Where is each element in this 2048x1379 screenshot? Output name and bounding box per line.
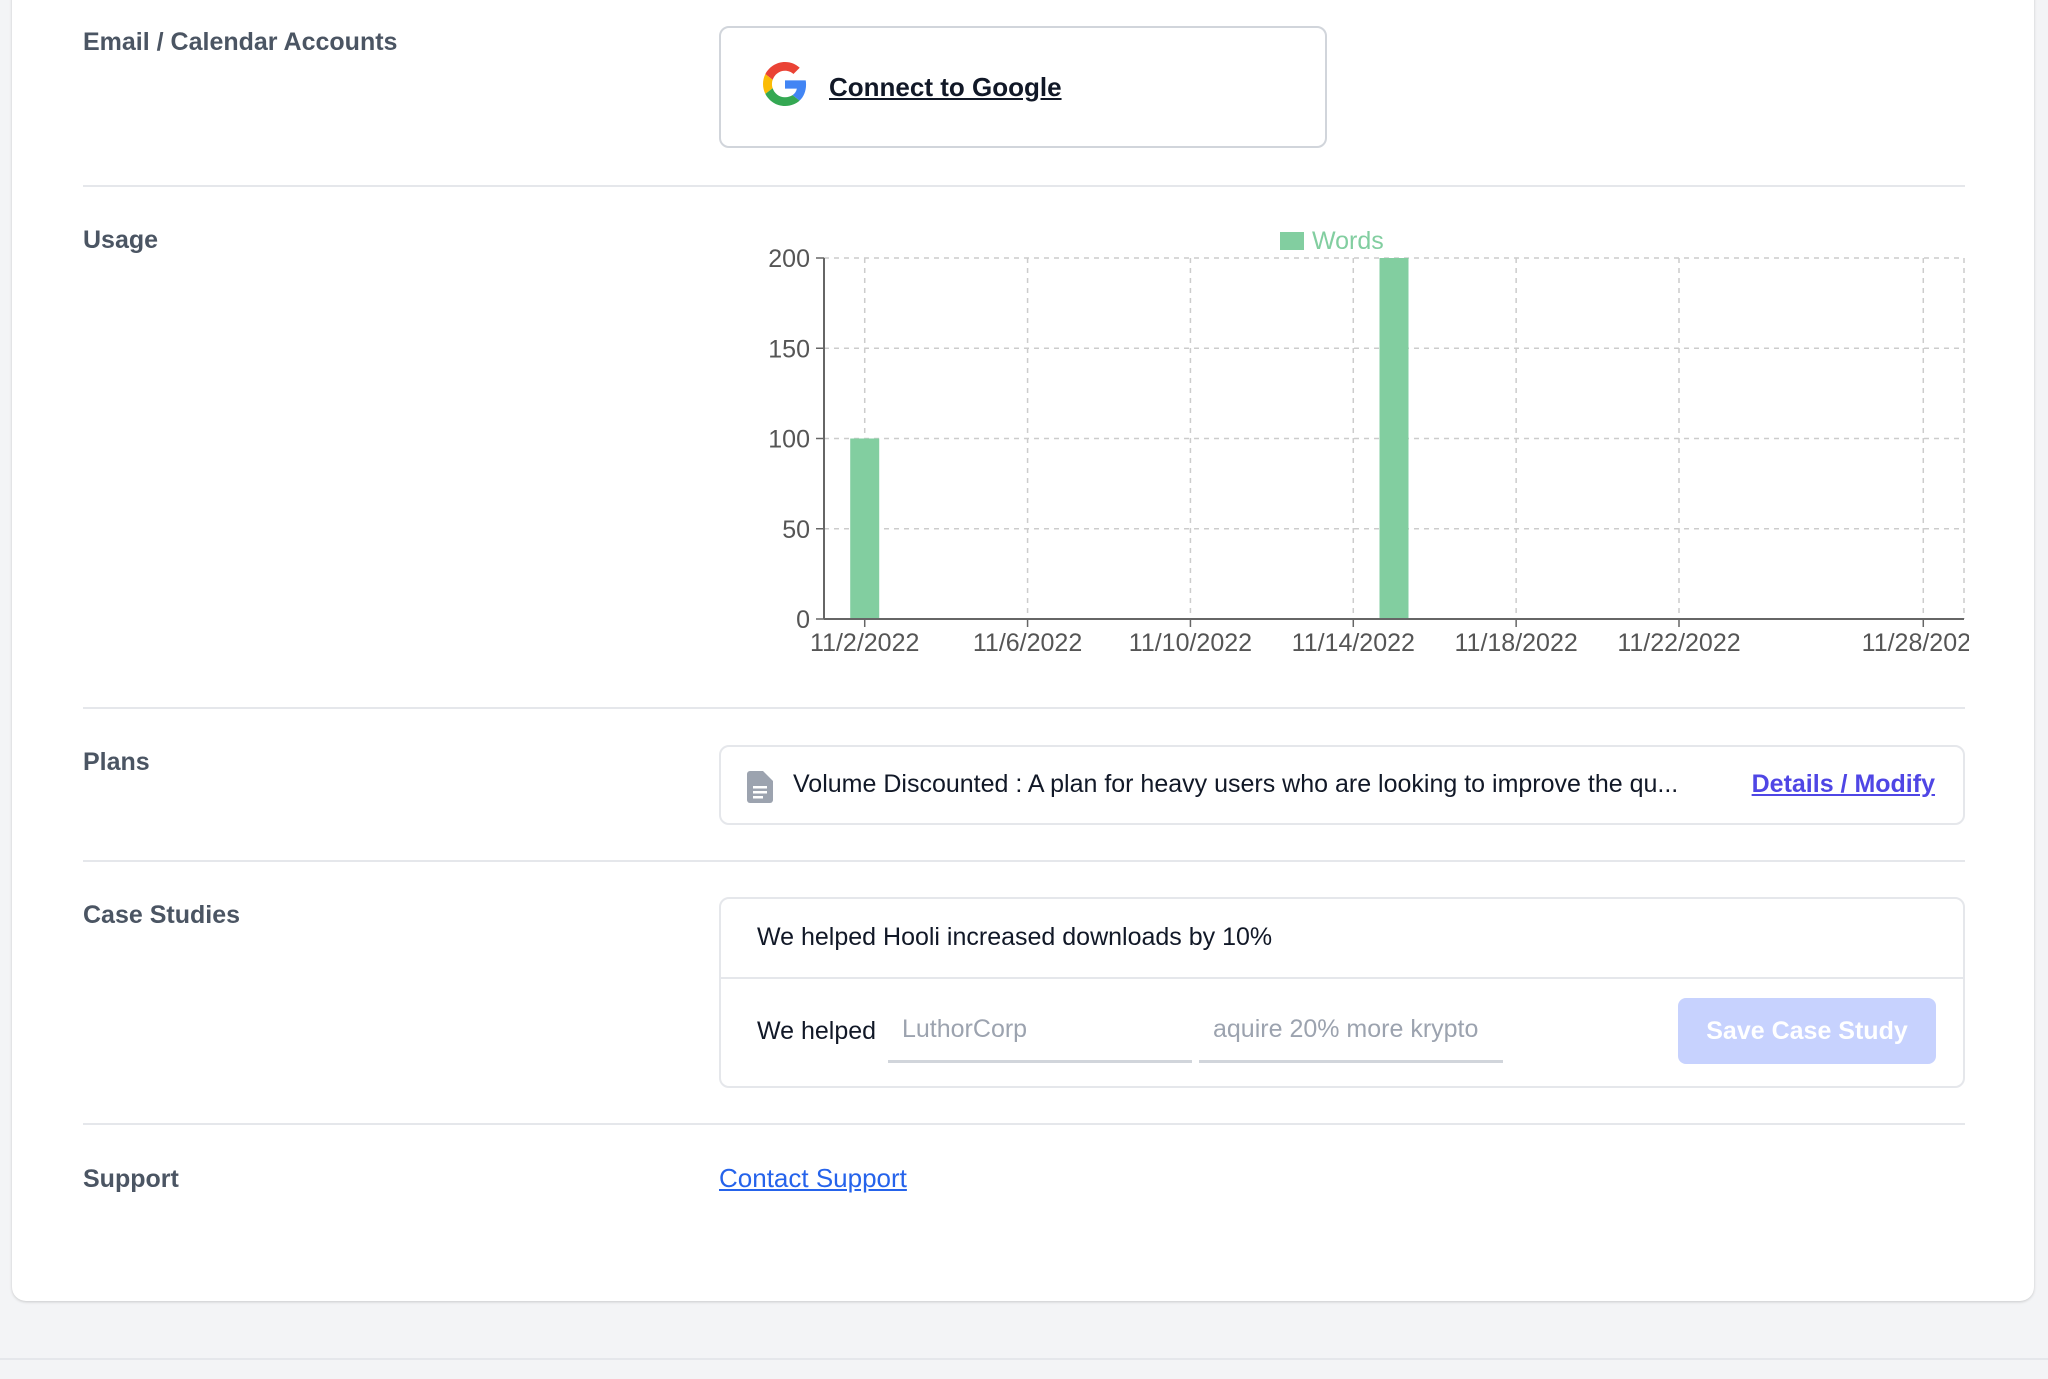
case-studies-label: Case Studies <box>83 901 241 929</box>
company-input[interactable] <box>888 999 1192 1063</box>
plan-card: Volume Discounted : A plan for heavy use… <box>719 745 1965 825</box>
usage-chart: 0 50 100 150 200 11/2/2022 11/6/2022 11/10/2022… <box>768 227 1969 657</box>
section-divider <box>83 860 1965 862</box>
y-tick-label: 0 <box>796 606 810 634</box>
google-connect-box[interactable]: Connect to Google <box>719 26 1327 148</box>
section-divider <box>83 185 1965 187</box>
footer-divider <box>0 1358 2048 1360</box>
contact-support-link[interactable]: Contact Support <box>719 1163 907 1194</box>
usage-label: Usage <box>83 226 159 254</box>
section-divider <box>83 1123 1965 1125</box>
y-tick-label: 100 <box>768 426 810 454</box>
bar <box>1379 258 1409 619</box>
y-tick-label: 200 <box>768 245 810 273</box>
plans-label: Plans <box>83 748 150 776</box>
y-tick-label: 50 <box>782 516 810 544</box>
google-icon <box>763 62 807 106</box>
case-study-separator <box>721 977 1963 979</box>
case-studies-card: We helped Hooli increased downloads by 1… <box>719 897 1965 1088</box>
case-study-item: We helped Hooli increased downloads by 1… <box>757 923 1273 951</box>
x-tick-label: 11/14/2022 <box>1292 629 1415 657</box>
case-study-prefix: We helped <box>757 1017 877 1045</box>
x-tick-label: 11/10/2022 <box>1129 629 1252 657</box>
save-case-study-button[interactable]: Save Case Study <box>1678 998 1936 1064</box>
x-tick-label: 11/18/2022 <box>1455 629 1578 657</box>
email-calendar-label: Email / Calendar Accounts <box>83 28 398 56</box>
x-tick-label: 11/28/2022 <box>1862 629 1969 657</box>
x-tick-label: 11/22/2022 <box>1617 629 1740 657</box>
legend-swatch <box>1280 232 1304 250</box>
connect-google-link[interactable]: Connect to Google <box>829 72 1062 103</box>
section-divider <box>83 707 1965 709</box>
bar <box>850 438 880 619</box>
details-modify-link[interactable]: Details / Modify <box>1752 770 1935 799</box>
result-input[interactable] <box>1199 999 1503 1063</box>
support-label: Support <box>83 1165 179 1193</box>
y-tick-label: 150 <box>768 335 810 363</box>
legend-label: Words <box>1312 227 1384 255</box>
plan-description: Volume Discounted : A plan for heavy use… <box>793 770 1679 798</box>
document-icon <box>747 771 773 803</box>
x-tick-label: 11/2/2022 <box>810 629 919 657</box>
x-tick-label: 11/6/2022 <box>973 629 1082 657</box>
